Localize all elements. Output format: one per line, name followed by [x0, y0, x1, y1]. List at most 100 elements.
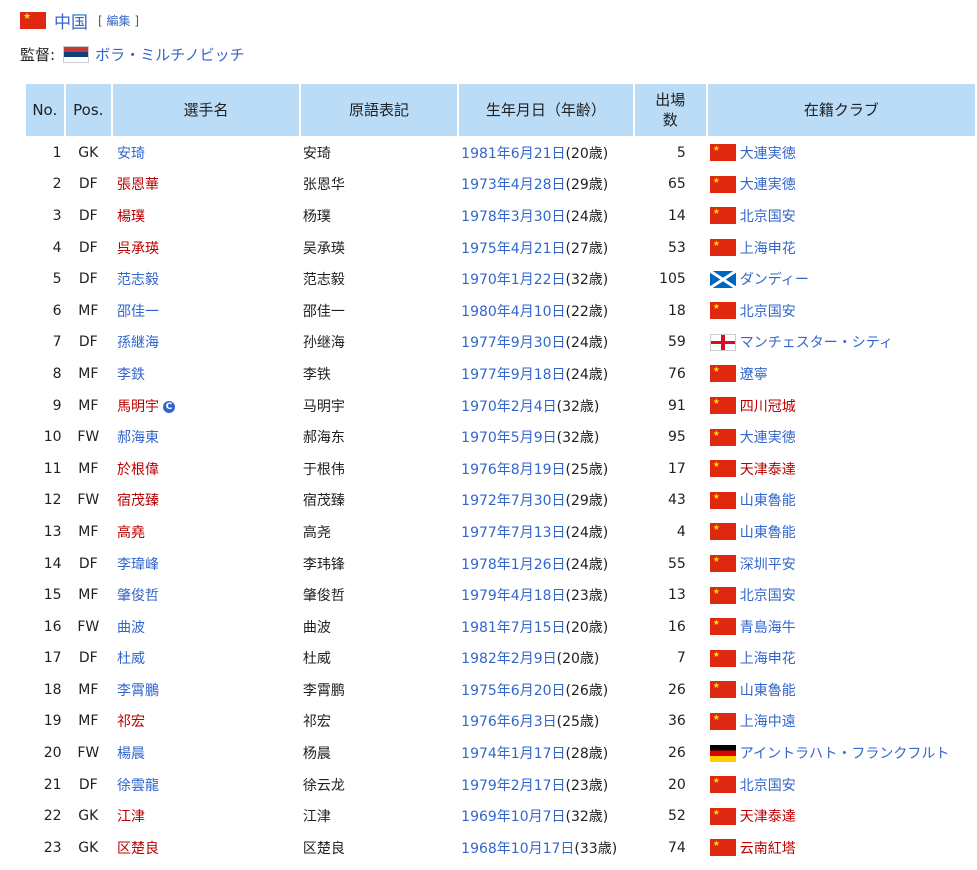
edit-link[interactable]: 編集 [107, 14, 131, 28]
player-dob-link[interactable]: 1976年8月19日 [461, 462, 565, 478]
player-age: (25歳) [556, 714, 600, 731]
player-name-link[interactable]: 楊晨 [117, 746, 145, 762]
club-link[interactable]: 北京国安 [740, 206, 796, 226]
club-link[interactable]: 北京国安 [740, 585, 796, 605]
club-link[interactable]: 大連実徳 [740, 174, 796, 194]
player-name-cell: 馬明宇 C [113, 391, 299, 421]
player-name-link[interactable]: 祁宏 [117, 714, 145, 730]
club-link[interactable]: 山東魯能 [740, 490, 796, 510]
club-link[interactable]: マンチェスター・シティ [740, 332, 893, 352]
player-name-link[interactable]: 江津 [117, 809, 145, 825]
player-club-cell: 大連実徳 [708, 138, 975, 168]
player-name-link[interactable]: 安琦 [117, 146, 145, 162]
player-dob-link[interactable]: 1977年7月13日 [461, 525, 565, 541]
player-club-cell: 天津泰達 [708, 801, 975, 831]
player-name-cell: 区楚良 [113, 833, 299, 863]
player-name-link[interactable]: 馬明宇 [117, 399, 159, 415]
germany-flag-icon [709, 744, 736, 762]
manager-name-link[interactable]: ボラ・ミルチノビッチ [95, 44, 245, 65]
player-name-cell: 李瑋峰 [113, 549, 299, 579]
player-dob-link[interactable]: 1970年2月4日 [461, 399, 556, 415]
player-dob-link[interactable]: 1982年2月9日 [461, 651, 556, 667]
club-link[interactable]: アイントラハト・フランクフルト [740, 743, 950, 763]
club-link[interactable]: 大連実徳 [740, 427, 796, 447]
player-dob-link[interactable]: 1974年1月17日 [461, 746, 565, 762]
player-caps: 26 [667, 745, 686, 762]
club-link[interactable]: 上海申花 [740, 648, 796, 668]
player-name-link[interactable]: 孫継海 [117, 335, 159, 351]
player-original-name: 李玮锋 [302, 556, 345, 573]
club-link[interactable]: 云南紅塔 [740, 838, 796, 858]
club-link[interactable]: 北京国安 [740, 775, 796, 795]
player-name-link[interactable]: 李瑋峰 [117, 557, 159, 573]
player-dob-link[interactable]: 1968年10月17日 [461, 841, 574, 857]
china-flag-icon [709, 302, 736, 320]
club-link[interactable]: 上海申花 [740, 238, 796, 258]
player-dob-link[interactable]: 1978年1月26日 [461, 557, 565, 573]
china-flag-icon [709, 618, 736, 636]
player-dob-link[interactable]: 1979年2月17日 [461, 778, 565, 794]
player-number-text: 8 [52, 365, 62, 382]
club-link[interactable]: 天津泰達 [740, 459, 796, 479]
player-name-link[interactable]: 区楚良 [117, 841, 159, 857]
player-number: 19 [26, 707, 64, 737]
player-dob-link[interactable]: 1979年4月18日 [461, 588, 565, 604]
player-name-link[interactable]: 徐雲龍 [117, 778, 159, 794]
player-name-link[interactable]: 楊璞 [117, 209, 145, 225]
club-link[interactable]: 大連実徳 [740, 143, 796, 163]
player-name-link[interactable]: 於根偉 [117, 462, 159, 478]
player-original-name: 张恩华 [302, 177, 345, 194]
player-name-link[interactable]: 呉承瑛 [117, 241, 159, 257]
player-age: (32歳) [565, 272, 609, 289]
player-name-link[interactable]: 李鉄 [117, 367, 145, 383]
player-dob-cell: 1968年10月17日(33歳) [459, 833, 632, 863]
player-age: (23歳) [565, 588, 609, 605]
player-dob-link[interactable]: 1977年9月30日 [461, 335, 565, 351]
club-link[interactable]: 深圳平安 [740, 554, 796, 574]
player-name-link[interactable]: 高堯 [117, 525, 145, 541]
player-name-link[interactable]: 肇俊哲 [117, 588, 159, 604]
player-name-link[interactable]: 邵佳一 [117, 304, 159, 320]
player-dob-link[interactable]: 1976年6月3日 [461, 714, 556, 730]
player-dob-link[interactable]: 1970年5月9日 [461, 430, 556, 446]
player-name-link[interactable]: 李霄鵬 [117, 683, 159, 699]
club-link[interactable]: 上海中遠 [740, 711, 796, 731]
club-link[interactable]: 青島海牛 [740, 617, 796, 637]
player-name-link[interactable]: 杜威 [117, 651, 145, 667]
team-name-link[interactable]: 中国 [54, 8, 88, 33]
player-number-text: 21 [43, 776, 62, 793]
player-number-text: 7 [52, 334, 62, 351]
club-link[interactable]: 山東魯能 [740, 680, 796, 700]
club-link[interactable]: 遼寧 [740, 364, 768, 384]
player-name-link[interactable]: 曲波 [117, 620, 145, 636]
player-position: GK [78, 144, 99, 161]
player-name-link[interactable]: 張恩華 [117, 177, 159, 193]
player-number: 1 [26, 138, 64, 168]
player-dob-link[interactable]: 1981年7月15日 [461, 620, 565, 636]
player-number: 22 [26, 801, 64, 831]
player-dob-link[interactable]: 1980年4月10日 [461, 304, 565, 320]
player-age: (28歳) [565, 746, 609, 763]
player-dob-link[interactable]: 1973年4月28日 [461, 177, 565, 193]
club-link[interactable]: 天津泰達 [740, 806, 796, 826]
club-link[interactable]: 四川冠城 [740, 396, 796, 416]
player-dob-link[interactable]: 1975年6月20日 [461, 683, 565, 699]
club-link[interactable]: 山東魯能 [740, 522, 796, 542]
player-name-link[interactable]: 宿茂臻 [117, 493, 159, 509]
player-dob-link[interactable]: 1972年7月30日 [461, 493, 565, 509]
player-dob-link[interactable]: 1981年6月21日 [461, 146, 565, 162]
player-original-name: 孙继海 [302, 335, 345, 352]
player-dob-link[interactable]: 1978年3月30日 [461, 209, 565, 225]
player-dob-link[interactable]: 1969年10月7日 [461, 809, 565, 825]
player-club-cell: 山東魯能 [708, 675, 975, 705]
player-club-cell: 山東魯能 [708, 486, 975, 516]
col-header-name: 選手名 [113, 84, 299, 136]
player-dob-link[interactable]: 1977年9月18日 [461, 367, 565, 383]
player-name-link[interactable]: 郝海東 [117, 430, 159, 446]
club-link[interactable]: 北京国安 [740, 301, 796, 321]
club-link[interactable]: ダンディー [740, 269, 809, 289]
player-dob-link[interactable]: 1970年1月22日 [461, 272, 565, 288]
player-name-link[interactable]: 范志毅 [117, 272, 159, 288]
player-position: MF [78, 587, 99, 604]
player-dob-link[interactable]: 1975年4月21日 [461, 241, 565, 257]
